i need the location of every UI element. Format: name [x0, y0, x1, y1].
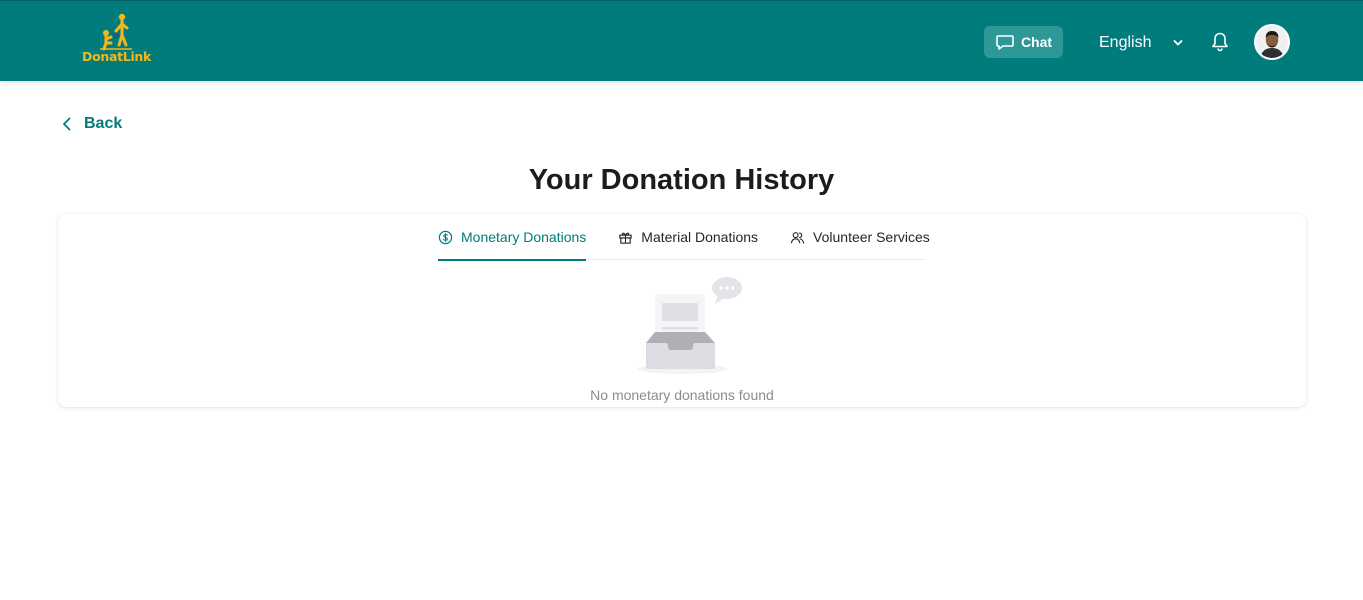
back-link[interactable]: Back [60, 115, 122, 133]
chevron-down-icon [1173, 40, 1183, 46]
chat-button[interactable]: Chat [984, 26, 1063, 58]
page-title: Your Donation History [528, 164, 835, 196]
language-selector[interactable]: English [1099, 32, 1183, 54]
people-icon [790, 231, 805, 244]
empty-inbox-icon [637, 277, 742, 374]
tab-monetary-label: Monetary Donations [461, 229, 587, 245]
top-navigation-bar: DonatLink Chat English [0, 0, 1363, 81]
user-avatar[interactable] [1254, 24, 1290, 60]
donation-history-card: Monetary Donations Material Donations Vo… [58, 214, 1306, 407]
gift-icon [619, 232, 632, 244]
donation-type-tabs: Monetary Donations Material Donations Vo… [438, 214, 930, 261]
donatlink-logo[interactable]: DonatLink [80, 11, 154, 69]
dollar-circle-icon [438, 230, 453, 244]
avatar-photo-icon [1256, 26, 1288, 58]
chat-button-label: Chat [1020, 34, 1053, 50]
empty-state-message: No monetary donations found [590, 387, 774, 403]
logo-figures-icon [100, 13, 132, 51]
bell-icon[interactable] [1210, 31, 1230, 53]
tab-material-label: Material Donations [641, 229, 759, 245]
chat-bubble-icon [996, 35, 1014, 50]
language-value: English [1099, 34, 1152, 51]
back-label: Back [84, 115, 123, 132]
tab-monetary-donations[interactable]: Monetary Donations [438, 214, 587, 261]
tab-material-donations[interactable]: Material Donations [618, 214, 758, 260]
tab-volunteer-services[interactable]: Volunteer Services [790, 214, 930, 260]
logo-text: DonatLink [82, 49, 152, 64]
tab-volunteer-label: Volunteer Services [813, 229, 930, 245]
chevron-left-icon [63, 117, 71, 131]
